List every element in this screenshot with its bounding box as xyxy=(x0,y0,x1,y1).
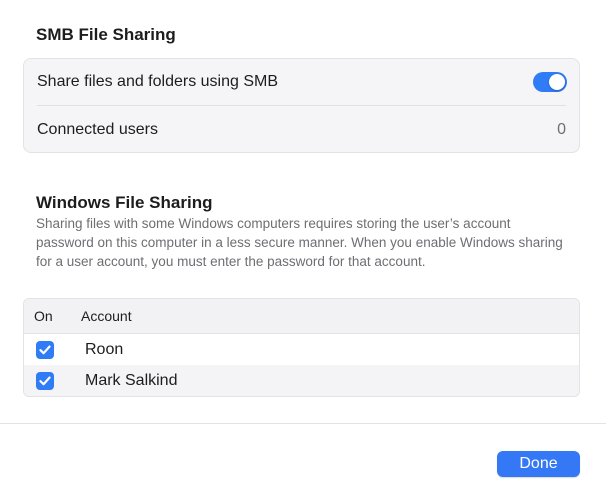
table-row[interactable]: Roon xyxy=(24,334,579,365)
connected-users-row: Connected users 0 xyxy=(37,106,566,153)
connected-users-count: 0 xyxy=(557,120,566,138)
file-sharing-sheet: SMB File Sharing Share files and folders… xyxy=(0,0,606,500)
checkbox-cell xyxy=(24,371,85,390)
account-name: Roon xyxy=(85,340,124,358)
column-header-account[interactable]: Account xyxy=(81,308,132,324)
footer-divider xyxy=(0,423,606,424)
checkmark-icon xyxy=(39,376,51,385)
account-checkbox-roon[interactable] xyxy=(36,340,54,359)
smb-settings-group: Share files and folders using SMB Connec… xyxy=(23,58,580,153)
table-header: On Account xyxy=(24,299,579,334)
account-checkbox-mark-salkind[interactable] xyxy=(36,371,54,390)
account-name: Mark Salkind xyxy=(85,371,178,389)
smb-share-label: Share files and folders using SMB xyxy=(37,73,279,90)
checkmark-icon xyxy=(39,345,51,354)
smb-section-title: SMB File Sharing xyxy=(36,25,176,44)
windows-accounts-table: On Account Roon Mark Salkind xyxy=(23,298,580,397)
windows-description: Sharing files with some Windows computer… xyxy=(36,216,563,269)
checkbox-cell xyxy=(24,340,85,359)
table-row[interactable]: Mark Salkind xyxy=(24,365,579,396)
toggle-knob xyxy=(549,74,565,90)
done-button[interactable]: Done xyxy=(497,451,580,477)
connected-users-label: Connected users xyxy=(37,120,158,138)
smb-share-toggle[interactable] xyxy=(533,72,567,92)
column-header-on[interactable]: On xyxy=(24,308,81,324)
smb-share-row: Share files and folders using SMB xyxy=(37,59,567,106)
windows-section-title: Windows File Sharing xyxy=(36,193,213,212)
